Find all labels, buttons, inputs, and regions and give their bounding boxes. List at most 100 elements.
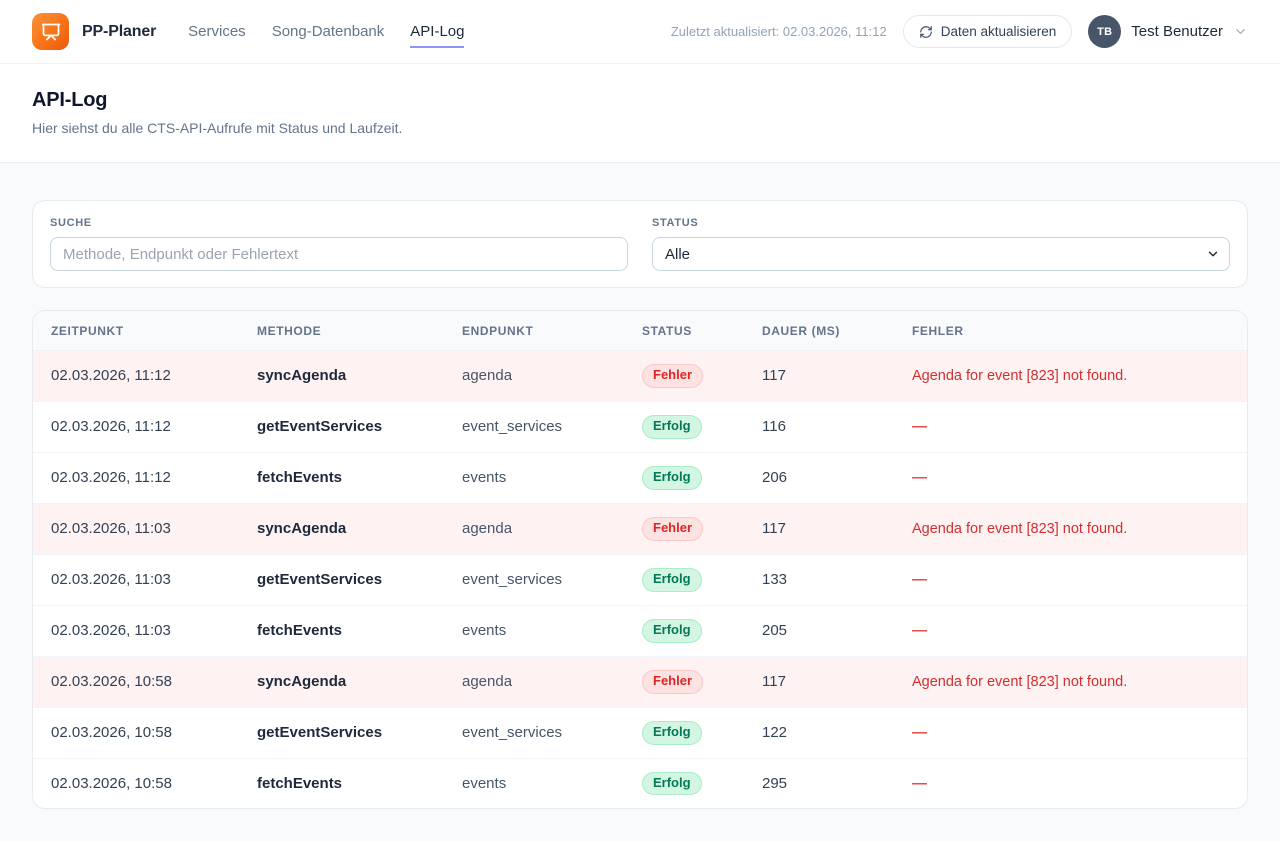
table-row: 02.03.2026, 11:12 fetchEvents events Erf… — [33, 452, 1247, 503]
zeitpunkt-cell: 02.03.2026, 10:58 — [33, 707, 241, 758]
zeitpunkt-cell: 02.03.2026, 10:58 — [33, 758, 241, 808]
status-badge: Fehler — [642, 364, 703, 388]
zeitpunkt-cell: 02.03.2026, 11:12 — [33, 351, 241, 402]
dauer-cell: 117 — [746, 503, 896, 554]
status-badge: Erfolg — [642, 619, 702, 643]
search-input[interactable] — [50, 237, 628, 271]
page-title: API-Log — [32, 89, 1248, 112]
status-cell: Fehler — [626, 351, 746, 402]
nav-item-api-log[interactable]: API-Log — [410, 15, 464, 48]
fehler-cell: — — [896, 605, 1247, 656]
top-navbar: PP-Planer Services Song-Datenbank API-Lo… — [0, 0, 1280, 64]
status-cell: Fehler — [626, 656, 746, 707]
api-log-table: ZEITPUNKT METHODE ENDPUNKT STATUS DAUER … — [33, 311, 1247, 808]
status-cell: Erfolg — [626, 707, 746, 758]
col-dauer: DAUER (MS) — [746, 311, 896, 351]
fehler-cell: — — [896, 452, 1247, 503]
table-row: 02.03.2026, 11:03 getEventServices event… — [33, 554, 1247, 605]
methode-cell: fetchEvents — [241, 758, 446, 808]
table-row: 02.03.2026, 10:58 fetchEvents events Erf… — [33, 758, 1247, 808]
endpunkt-cell: agenda — [446, 351, 626, 402]
col-fehler: FEHLER — [896, 311, 1247, 351]
endpunkt-cell: events — [446, 605, 626, 656]
table-row: 02.03.2026, 10:58 getEventServices event… — [33, 707, 1247, 758]
dauer-cell: 205 — [746, 605, 896, 656]
zeitpunkt-cell: 02.03.2026, 11:12 — [33, 401, 241, 452]
endpunkt-cell: agenda — [446, 503, 626, 554]
status-cell: Erfolg — [626, 401, 746, 452]
table-header-row: ZEITPUNKT METHODE ENDPUNKT STATUS DAUER … — [33, 311, 1247, 351]
last-updated-text: Zuletzt aktualisiert: 02.03.2026, 11:12 — [671, 24, 887, 39]
methode-cell: getEventServices — [241, 707, 446, 758]
table-row: 02.03.2026, 11:12 getEventServices event… — [33, 401, 1247, 452]
fehler-cell: Agenda for event [823] not found. — [896, 656, 1247, 707]
zeitpunkt-cell: 02.03.2026, 10:58 — [33, 656, 241, 707]
methode-cell: fetchEvents — [241, 605, 446, 656]
col-methode: METHODE — [241, 311, 446, 351]
nav-item-services[interactable]: Services — [188, 15, 246, 48]
dauer-cell: 122 — [746, 707, 896, 758]
log-table-body: 02.03.2026, 11:12 syncAgenda agenda Fehl… — [33, 351, 1247, 809]
zeitpunkt-cell: 02.03.2026, 11:12 — [33, 452, 241, 503]
status-select[interactable]: Alle — [652, 237, 1230, 271]
endpunkt-cell: event_services — [446, 707, 626, 758]
status-badge: Erfolg — [642, 568, 702, 592]
status-cell: Erfolg — [626, 758, 746, 808]
col-endpunkt: ENDPUNKT — [446, 311, 626, 351]
status-badge: Erfolg — [642, 415, 702, 439]
refresh-data-button[interactable]: Daten aktualisieren — [903, 15, 1073, 48]
fehler-cell: Agenda for event [823] not found. — [896, 351, 1247, 402]
refresh-icon — [919, 25, 933, 39]
methode-cell: getEventServices — [241, 554, 446, 605]
zeitpunkt-cell: 02.03.2026, 11:03 — [33, 605, 241, 656]
col-zeitpunkt: ZEITPUNKT — [33, 311, 241, 351]
zeitpunkt-cell: 02.03.2026, 11:03 — [33, 503, 241, 554]
table-row: 02.03.2026, 11:12 syncAgenda agenda Fehl… — [33, 351, 1247, 402]
methode-cell: getEventServices — [241, 401, 446, 452]
status-cell: Erfolg — [626, 452, 746, 503]
user-name: Test Benutzer — [1131, 23, 1223, 40]
methode-cell: syncAgenda — [241, 656, 446, 707]
status-badge: Erfolg — [642, 721, 702, 745]
fehler-cell: — — [896, 554, 1247, 605]
endpunkt-cell: event_services — [446, 401, 626, 452]
status-label: STATUS — [652, 217, 1230, 229]
dauer-cell: 206 — [746, 452, 896, 503]
app-logo — [32, 13, 69, 50]
dauer-cell: 116 — [746, 401, 896, 452]
refresh-button-label: Daten aktualisieren — [941, 24, 1057, 39]
status-badge: Fehler — [642, 670, 703, 694]
fehler-cell: Agenda for event [823] not found. — [896, 503, 1247, 554]
endpunkt-cell: agenda — [446, 656, 626, 707]
dauer-cell: 295 — [746, 758, 896, 808]
chevron-down-icon — [1233, 24, 1248, 39]
dauer-cell: 117 — [746, 656, 896, 707]
fehler-cell: — — [896, 707, 1247, 758]
endpunkt-cell: events — [446, 758, 626, 808]
avatar: TB — [1088, 15, 1121, 48]
brand-name: PP-Planer — [82, 23, 156, 41]
status-cell: Fehler — [626, 503, 746, 554]
search-label: SUCHE — [50, 217, 628, 229]
page-subtitle: Hier siehst du alle CTS-API-Aufrufe mit … — [32, 120, 1248, 136]
dauer-cell: 117 — [746, 351, 896, 402]
nav-item-song-datenbank[interactable]: Song-Datenbank — [272, 15, 385, 48]
dauer-cell: 133 — [746, 554, 896, 605]
methode-cell: syncAgenda — [241, 503, 446, 554]
endpunkt-cell: event_services — [446, 554, 626, 605]
fehler-cell: — — [896, 758, 1247, 808]
status-badge: Fehler — [642, 517, 703, 541]
main-nav: Services Song-Datenbank API-Log — [188, 15, 464, 48]
status-cell: Erfolg — [626, 605, 746, 656]
table-row: 02.03.2026, 11:03 fetchEvents events Erf… — [33, 605, 1247, 656]
zeitpunkt-cell: 02.03.2026, 11:03 — [33, 554, 241, 605]
presentation-icon — [41, 22, 61, 42]
col-status: STATUS — [626, 311, 746, 351]
status-badge: Erfolg — [642, 772, 702, 796]
table-row: 02.03.2026, 11:03 syncAgenda agenda Fehl… — [33, 503, 1247, 554]
status-badge: Erfolg — [642, 466, 702, 490]
api-log-table-card: ZEITPUNKT METHODE ENDPUNKT STATUS DAUER … — [32, 310, 1248, 809]
methode-cell: fetchEvents — [241, 452, 446, 503]
user-menu[interactable]: TB Test Benutzer — [1088, 15, 1248, 48]
main-content: SUCHE STATUS Alle — [0, 163, 1280, 841]
